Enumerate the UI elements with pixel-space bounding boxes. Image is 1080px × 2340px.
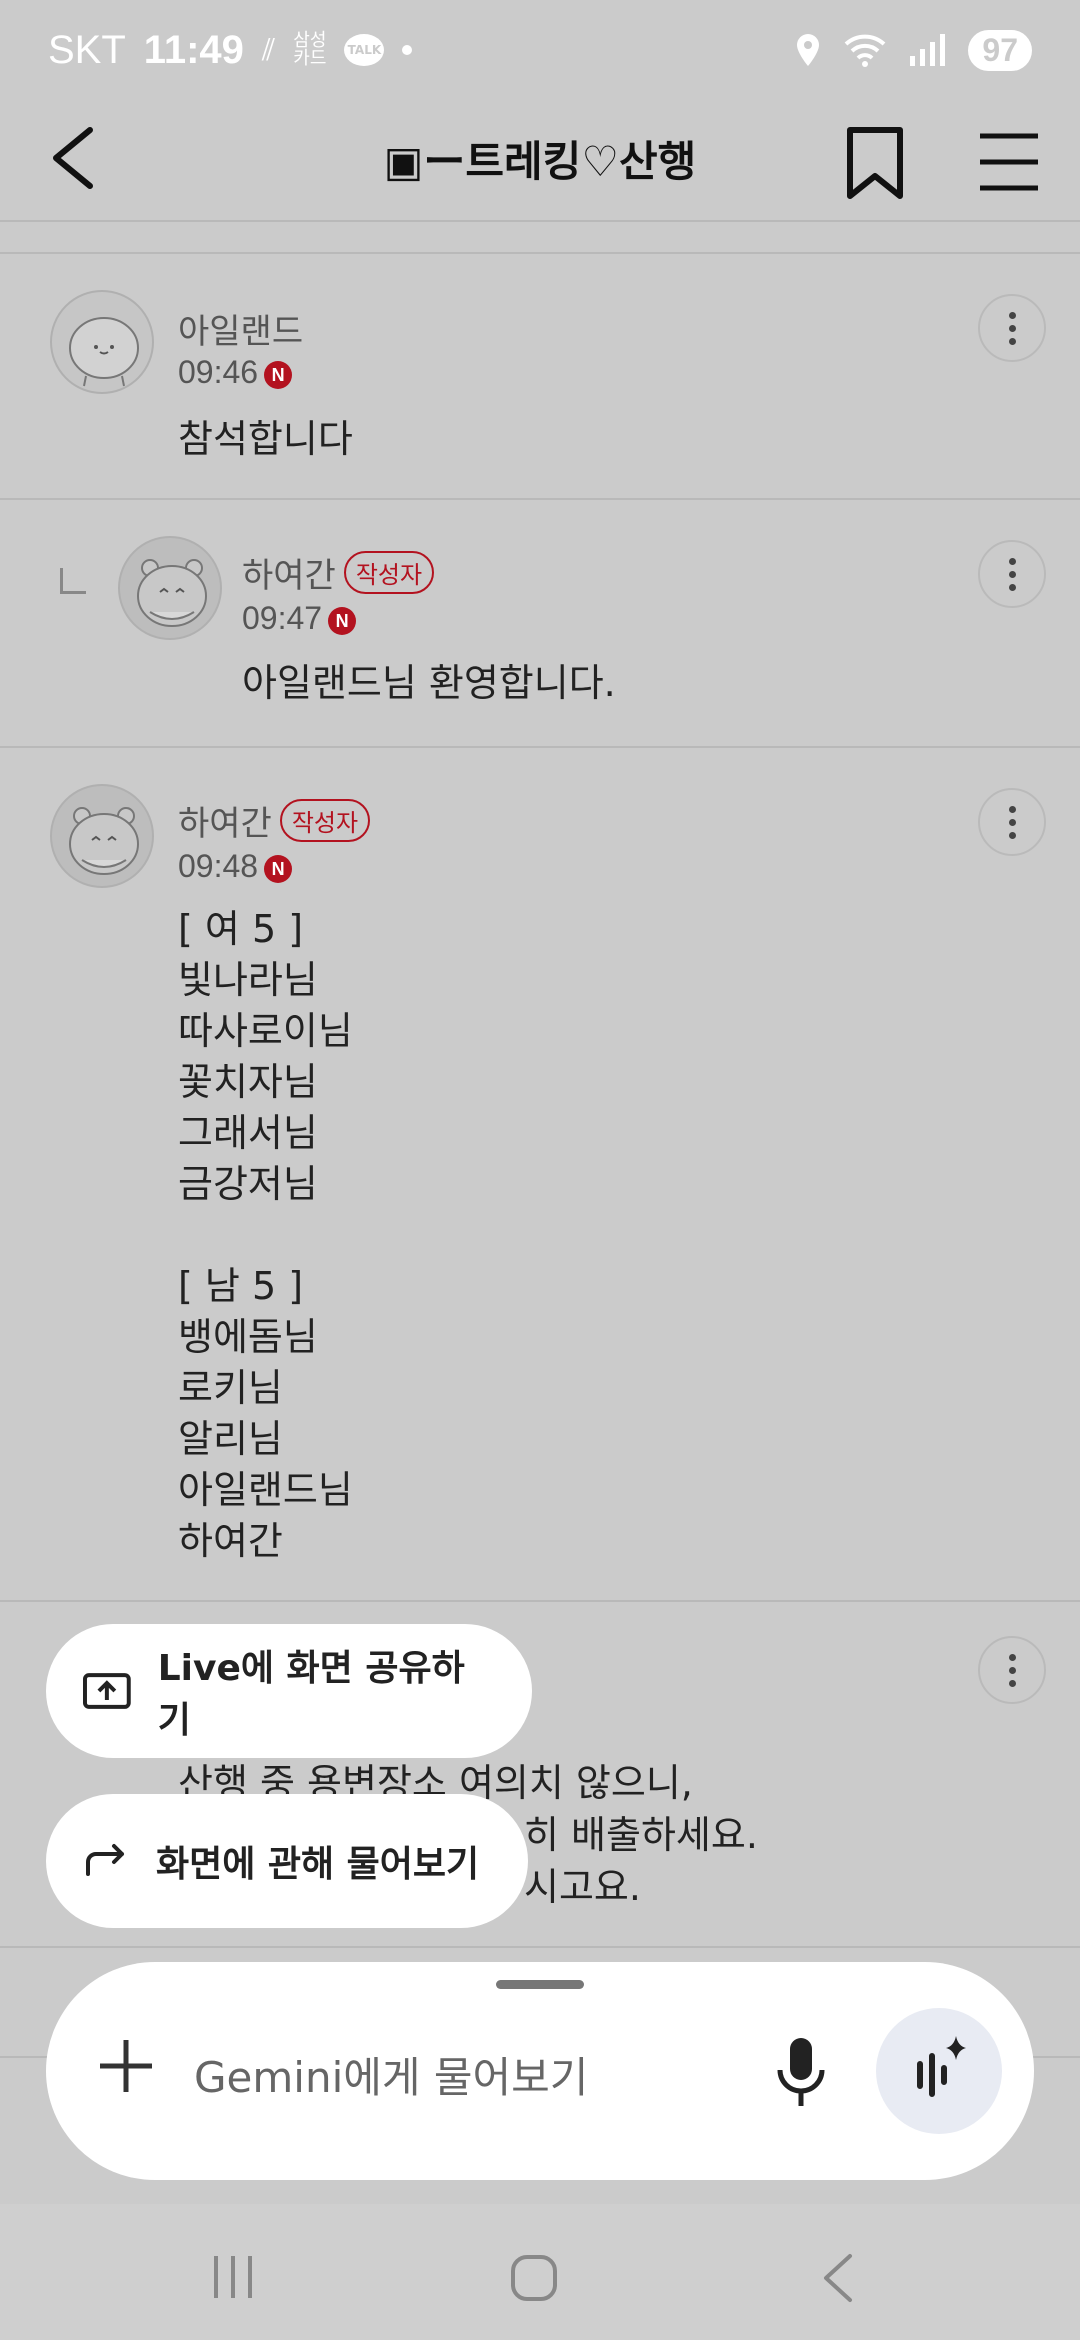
comment-body: 아일랜드님 환영합니다. xyxy=(242,661,616,705)
comment-body-partial-2: 히 배출하세요. xyxy=(524,1813,758,1857)
wifi-call-icon: ⫽ xyxy=(261,32,276,68)
wifi-icon xyxy=(845,34,886,67)
more-options-button[interactable] xyxy=(978,294,1046,362)
signal-icon xyxy=(910,34,946,66)
comment-time: 09:47 N xyxy=(242,600,357,637)
comment-body: [ 여 5 ] 빛나라님 따사로이님 꽃치자님 그래서님 금강저님 [ 남 5 … xyxy=(178,907,353,1563)
bookmark-icon[interactable] xyxy=(840,122,910,202)
new-badge: N xyxy=(264,361,293,389)
new-badge: N xyxy=(328,607,357,635)
gemini-live-icon xyxy=(917,2036,966,2097)
comment-author: 하여간 작성자 xyxy=(178,796,371,845)
samsung-card-icon: 삼성 카드 xyxy=(293,32,326,68)
location-icon xyxy=(797,34,820,66)
more-options-button[interactable] xyxy=(978,788,1046,856)
comment-body-partial-3: 시고요. xyxy=(524,1865,641,1909)
status-bar: SKT 11:49 ⫽ 삼성 카드 TALK 97 xyxy=(0,0,1080,100)
avatar-icon xyxy=(69,807,139,875)
comment-time: 09:48 N xyxy=(178,848,293,885)
reply-indicator-icon xyxy=(60,568,86,594)
gemini-input-bar: Gemini에게 물어보기 xyxy=(46,1962,1034,2180)
header-divider xyxy=(0,220,1080,222)
comment-divider xyxy=(0,1600,1080,1602)
avatar[interactable] xyxy=(118,536,222,640)
kakaotalk-icon: TALK xyxy=(344,34,385,66)
recent-apps-icon[interactable] xyxy=(210,2254,256,2300)
comment-body: 참석합니다 xyxy=(178,417,353,461)
comment-time-text: 09:48 xyxy=(178,848,259,884)
author-badge: 작성자 xyxy=(279,799,371,842)
avatar-icon xyxy=(69,317,139,387)
forward-arrow-icon xyxy=(86,1844,124,1876)
system-nav-bar xyxy=(0,2204,1080,2340)
new-badge: N xyxy=(264,855,293,883)
more-options-button[interactable] xyxy=(978,1636,1046,1704)
nav-back-icon[interactable] xyxy=(818,2252,858,2304)
comment-item: 아일랜드 09:46 N 참석합니다 xyxy=(0,254,1080,498)
live-share-label: Live에 화면 공유하기 xyxy=(157,1648,465,1741)
more-options-button[interactable] xyxy=(978,540,1046,608)
author-name: 하여간 xyxy=(178,804,272,844)
page-title: ▣ー트레킹♡산행 xyxy=(383,137,697,186)
author-badge: 작성자 xyxy=(343,551,435,594)
plus-icon[interactable] xyxy=(90,2030,162,2102)
menu-icon[interactable] xyxy=(974,122,1044,202)
author-name: 하여간 xyxy=(242,556,336,596)
avatar-icon xyxy=(137,559,207,627)
reply-item: 하여간 작성자 09:47 N 아일랜드님 환영합니다. xyxy=(0,500,1080,746)
samsung-card-line2: 카드 xyxy=(293,48,327,69)
comment-divider xyxy=(0,1946,1080,1948)
ask-about-screen-label: 화면에 관해 물어보기 xyxy=(156,1844,480,1885)
screen-share-icon xyxy=(82,1673,131,1709)
live-share-chip[interactable]: Live에 화면 공유하기 xyxy=(46,1624,532,1758)
comment-time-text: 09:46 xyxy=(178,354,259,390)
avatar[interactable] xyxy=(50,784,154,888)
gemini-input[interactable]: Gemini에게 물어보기 xyxy=(194,2044,588,2105)
dot-icon xyxy=(402,45,413,55)
clock: 11:49 xyxy=(143,27,244,72)
comment-time-text: 09:47 xyxy=(242,600,323,636)
comment-author: 하여간 작성자 xyxy=(242,548,435,597)
drag-handle[interactable] xyxy=(496,1980,584,1989)
comment-author: 아일랜드 xyxy=(178,312,304,352)
ask-about-screen-chip[interactable]: 화면에 관해 물어보기 xyxy=(46,1794,528,1928)
microphone-icon[interactable] xyxy=(766,2032,836,2112)
avatar[interactable] xyxy=(50,290,154,394)
app-header: ▣ー트레킹♡산행 xyxy=(0,100,1080,220)
home-icon[interactable] xyxy=(510,2254,558,2302)
gemini-live-button[interactable] xyxy=(876,2008,1002,2134)
comment-item: 하여간 작성자 09:48 N [ 여 5 ] 빛나라님 따사로이님 꽃치자님 그래… xyxy=(0,748,1080,1600)
battery-indicator: 97 xyxy=(968,29,1032,71)
carrier-label: SKT xyxy=(48,27,126,72)
comment-time: 09:46 N xyxy=(178,354,293,391)
